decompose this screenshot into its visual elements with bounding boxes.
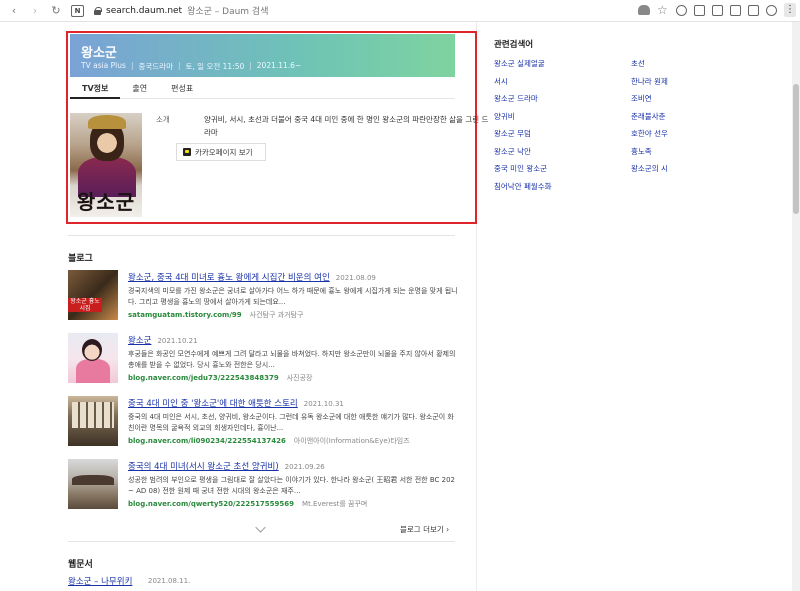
desc-text: 양귀비, 서시, 초선과 더불어 중국 4대 미인 중에 한 명인 왕소군의 파… (204, 115, 489, 137)
post-date: 2021.09.26 (284, 463, 325, 471)
blog-post: 중국의 4대 미녀(서시 왕소군 초선 양귀비) 2021.09.26 성공한 범… (68, 459, 458, 515)
url-host: search.daum.net (106, 5, 183, 16)
post-source[interactable]: blog.naver.com/qwerty520/222517559569 Mt.… (128, 499, 367, 509)
blog-section-title: 블로그 (68, 254, 93, 264)
post-title[interactable]: 중국 4대 미인 중 '왕소군'에 대한 애틋한 스토리 2021.10.31 (128, 397, 344, 409)
web-result-date: 2021.08.11. (148, 577, 191, 585)
post-thumbnail[interactable] (68, 333, 118, 383)
related-search-item[interactable]: 한나라 원제 (631, 76, 668, 87)
forward-icon[interactable]: › (29, 4, 41, 17)
post-thumbnail[interactable]: 왕소군 흉노 시집 (68, 270, 118, 320)
post-snippet: 성공한 범려의 부인으로 평생을 그림대로 잘 살았다는 이야기가 있다. 한나… (128, 476, 455, 495)
post-source[interactable]: blog.naver.com/li090234/222554137426 아이앤아… (128, 436, 410, 446)
kakaopage-label: 카카오페이지 보기 (195, 147, 253, 157)
reload-icon[interactable]: ↻ (50, 4, 62, 17)
related-search-item[interactable]: 침어낙안 폐월수화 (494, 181, 552, 192)
post-blog-name[interactable]: 사진공장 (287, 374, 313, 382)
related-search-item[interactable]: 왕소군의 시 (631, 163, 668, 174)
thumb-caption: 왕소군 흉노 시집 (68, 298, 102, 312)
bookmark-star-icon[interactable]: ☆ (657, 4, 669, 16)
post-snippet: 경국지색의 미모를 가진 왕소군은 궁녀로 살아가다 어느 하가 때문에 흉노 … (128, 287, 458, 306)
post-thumbnail[interactable] (68, 396, 118, 446)
cast-icon[interactable] (694, 4, 705, 16)
kakaopage-icon (183, 148, 191, 156)
expand-chevron-icon[interactable] (255, 522, 266, 533)
tab-cast[interactable]: 출연 (120, 79, 159, 99)
scrollbar[interactable] (792, 22, 800, 591)
related-search-item[interactable]: 왕소군 실제얼굴 (494, 58, 545, 69)
related-search-item[interactable]: 호한야 선우 (631, 128, 668, 139)
post-blog-name[interactable]: 아이앤아이(Information&Eye)타임즈 (294, 437, 410, 445)
blog-post: 왕소군 흉노 시집 왕소군, 중국 4대 미녀로 흉노 왕에게 시집간 비운의 … (68, 270, 458, 326)
related-search-item[interactable]: 흉노족 (631, 146, 652, 157)
post-date: 2021.10.31 (303, 400, 344, 408)
related-search-item[interactable]: 서시 (494, 76, 508, 87)
program-title[interactable]: 왕소군 (81, 42, 117, 61)
kakaopage-button[interactable]: 카카오페이지 보기 (176, 143, 266, 161)
profile-icon[interactable] (766, 4, 777, 16)
scrollbar-thumb[interactable] (793, 84, 799, 214)
post-snippet: 중국의 4대 미인은 서시, 초선, 양귀비, 왕소군이다. 그런데 유독 왕소… (128, 413, 454, 432)
browser-toolbar: ‹ › ↻ N search.daum.net 왕소군 – Daum 검색 ☆ … (0, 0, 800, 22)
reading-icon[interactable] (730, 4, 741, 16)
post-title[interactable]: 왕소군, 중국 4대 미녀로 흉노 왕에게 시집간 비운의 여인 2021.08.… (128, 271, 376, 283)
airtime: 토, 일 오전 11:50 (185, 62, 245, 71)
divider (68, 541, 455, 542)
web-section-title: 웹문서 (68, 560, 93, 570)
address-bar[interactable]: search.daum.net 왕소군 – Daum 검색 (94, 4, 269, 17)
post-source[interactable]: blog.naver.com/jedu73/222543848379 사진공장 (128, 373, 312, 383)
tab-tv-info[interactable]: TV정보 (70, 79, 121, 99)
poster-image[interactable]: 왕소군 (70, 113, 142, 217)
blog-post: 왕소군 2021.10.21 후궁들은 화공인 모연수에게 예쁘게 그려 달라고 … (68, 333, 458, 389)
divider (68, 235, 455, 236)
home-icon[interactable]: N (71, 4, 84, 17)
post-date: 2021.08.09 (335, 274, 376, 282)
post-blog-name[interactable]: 사건탐구 과거탐구 (250, 311, 304, 319)
related-search-item[interactable]: 춘래불사춘 (631, 111, 666, 122)
post-source[interactable]: satamguatam.tistory.com/99 사건탐구 과거탐구 (128, 310, 303, 320)
info-tabs: TV정보 출연 편성표 (70, 79, 455, 99)
related-search-item[interactable]: 중국 미인 왕소군 (494, 163, 547, 174)
poster-title: 왕소군 (76, 190, 136, 214)
page-title: 왕소군 – Daum 검색 (187, 7, 269, 17)
post-blog-name[interactable]: Mt.Everest를 꿈꾸며 (302, 500, 367, 508)
related-search-item[interactable]: 양귀비 (494, 111, 515, 122)
blog-more-link[interactable]: 블로그 더보기 › (400, 524, 449, 535)
related-search-item[interactable]: 왕소군 낙안 (494, 146, 531, 157)
tv-info-box: 왕소군 TV asia Plus | 중국드라마 | 토, 일 오전 11:50 | … (66, 31, 488, 224)
genre: 중국드라마 (138, 62, 173, 71)
post-snippet: 후궁들은 화공인 모연수에게 예쁘게 그려 달라고 뇌물을 바쳐었다. 하지만 … (128, 350, 456, 369)
lock-icon[interactable] (94, 6, 102, 15)
related-search-item[interactable]: 조비연 (631, 93, 652, 104)
sidebar-icon[interactable] (748, 4, 759, 16)
post-title[interactable]: 왕소군 2021.10.21 (128, 334, 198, 346)
post-date: 2021.10.21 (157, 337, 198, 345)
post-thumbnail[interactable] (68, 459, 118, 509)
post-title[interactable]: 중국의 4대 미녀(서시 왕소군 초선 양귀비) 2021.09.26 (128, 460, 325, 472)
blog-post: 중국 4대 미인 중 '왕소군'에 대한 애틋한 스토리 2021.10.31 중… (68, 396, 458, 452)
back-icon[interactable]: ‹ (8, 4, 20, 17)
related-search-item[interactable]: 왕소군 무덤 (494, 128, 531, 139)
desc-label: 소개 (156, 115, 170, 124)
channel: TV asia Plus (81, 61, 126, 70)
web-result-link[interactable]: 왕소군 – 나무위키 (68, 575, 132, 587)
extension-icon[interactable] (638, 5, 650, 15)
air-date: 2021.11.6~ (256, 61, 302, 70)
related-search-item[interactable]: 초선 (631, 58, 645, 69)
related-search-item[interactable]: 왕소군 드라마 (494, 93, 538, 104)
program-meta: TV asia Plus | 중국드라마 | 토, 일 오전 11:50 | 2021… (81, 61, 302, 71)
extension-puzzle-icon[interactable] (676, 4, 687, 16)
camera-icon[interactable] (712, 4, 723, 16)
tab-schedule[interactable]: 편성표 (159, 79, 205, 99)
menu-icon[interactable]: ⋮ (784, 3, 796, 17)
info-header: 왕소군 TV asia Plus | 중국드라마 | 토, 일 오전 11:50 | … (70, 34, 455, 77)
related-searches-title: 관련검색어 (494, 40, 534, 50)
